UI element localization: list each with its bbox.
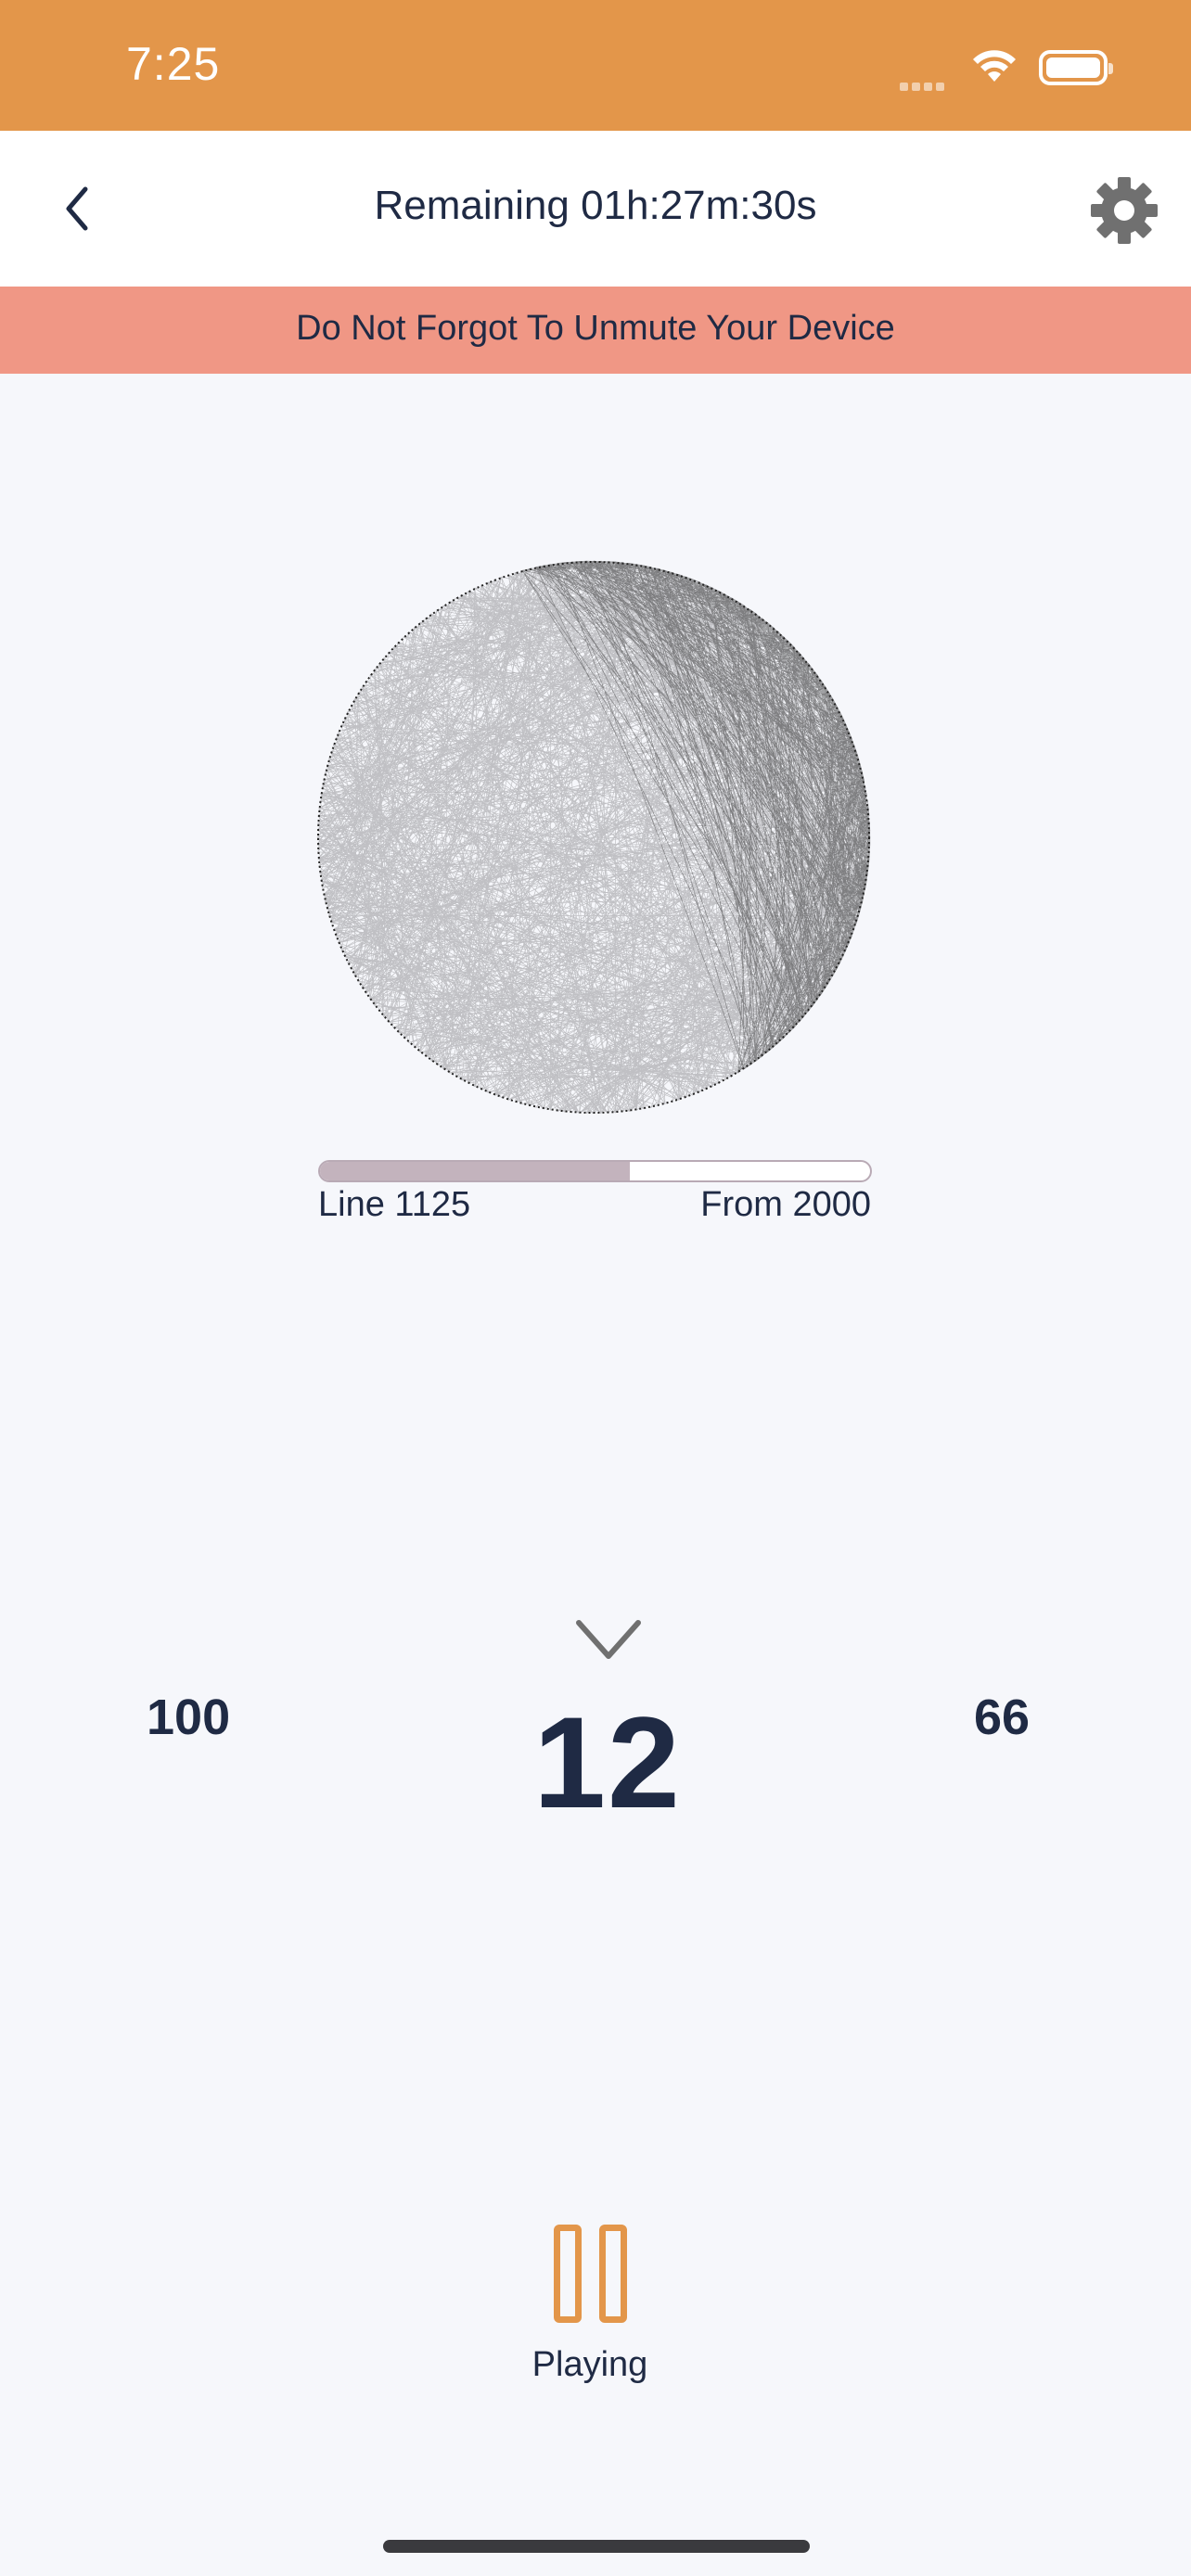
- unmute-reminder-banner: Do Not Forgot To Unmute Your Device: [0, 287, 1191, 374]
- cellular-signal-icon: [900, 74, 948, 91]
- string-art-image: [315, 559, 872, 1116]
- gear-icon: [1091, 177, 1158, 244]
- settings-button[interactable]: [1085, 172, 1163, 249]
- battery-icon: [1039, 50, 1113, 85]
- next-pin-number: 66: [974, 1690, 1031, 1745]
- total-lines-label: From 2000: [700, 1185, 871, 1224]
- line-progress-bar: [318, 1160, 872, 1182]
- pause-button[interactable]: [547, 2222, 640, 2331]
- unmute-reminder-text: Do Not Forgot To Unmute Your Device: [296, 309, 895, 348]
- current-line-label: Line 1125: [318, 1185, 471, 1224]
- playback-status: Playing: [531, 2345, 648, 2384]
- header: Remaining 01h:27m:30s: [0, 131, 1191, 287]
- home-indicator: [383, 2540, 810, 2553]
- chevron-down-icon: [575, 1617, 642, 1668]
- status-time: 7:25: [126, 38, 221, 90]
- wifi-icon: [970, 46, 1018, 88]
- line-progress-fill: [320, 1162, 630, 1180]
- status-bar: 7:25: [0, 0, 1191, 131]
- remaining-time-title: Remaining 01h:27m:30s: [374, 183, 817, 228]
